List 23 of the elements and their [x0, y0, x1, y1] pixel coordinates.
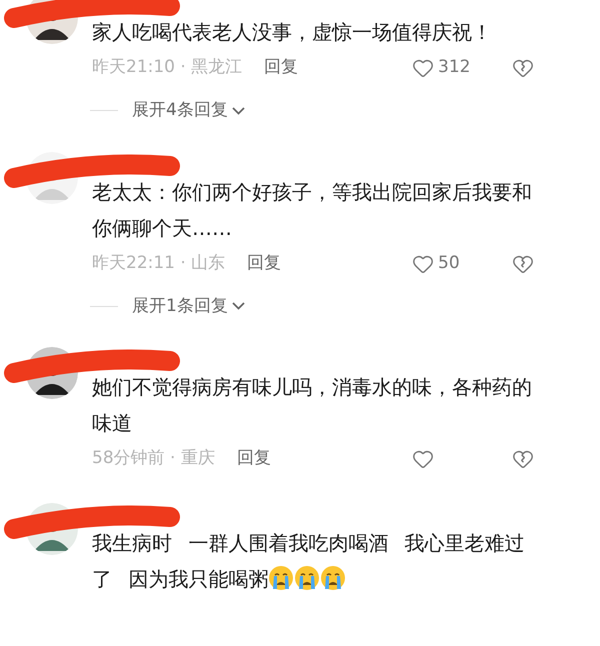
comment-meta: 昨天22:11 · 山东 [92, 252, 226, 275]
reply-button[interactable]: 回复 [236, 446, 271, 472]
expand-replies-button[interactable]: 展开4条回复 [132, 98, 245, 124]
reply-button[interactable]: 回复 [264, 55, 298, 81]
comment-text: 家人吃喝代表老人没事，虚惊一场值得庆祝！ [92, 19, 493, 46]
like-count: 50 [438, 252, 460, 275]
comment-text: 她们不觉得病房有味儿吗，消毒水的味，各种药的味道 [92, 374, 533, 437]
chevron-down-icon [232, 106, 245, 115]
like-icon[interactable] [412, 448, 434, 470]
crying-face-icon [268, 565, 294, 591]
dislike-icon[interactable] [512, 57, 534, 79]
crying-face-icon [294, 565, 320, 591]
comment-meta: 58分钟前 · 重庆 [92, 447, 215, 470]
dislike-icon[interactable] [512, 448, 534, 470]
comment-text: 我生病时 一群人围着我吃肉喝酒 我心里老难过了 因为我只能喝粥 [92, 530, 526, 593]
like-icon[interactable] [412, 57, 434, 79]
reply-button[interactable]: 回复 [247, 250, 282, 276]
crying-face-icon [320, 565, 346, 591]
comment-meta: 昨天21:10 · 黑龙江 [92, 56, 242, 80]
expand-replies-button[interactable]: 展开1条回复 [132, 294, 245, 319]
comment-text: 老太太：你们两个好孩子，等我出院回家后我要和你俩聊个天…… [92, 178, 533, 242]
like-count: 312 [438, 56, 470, 80]
chevron-down-icon [232, 302, 245, 310]
